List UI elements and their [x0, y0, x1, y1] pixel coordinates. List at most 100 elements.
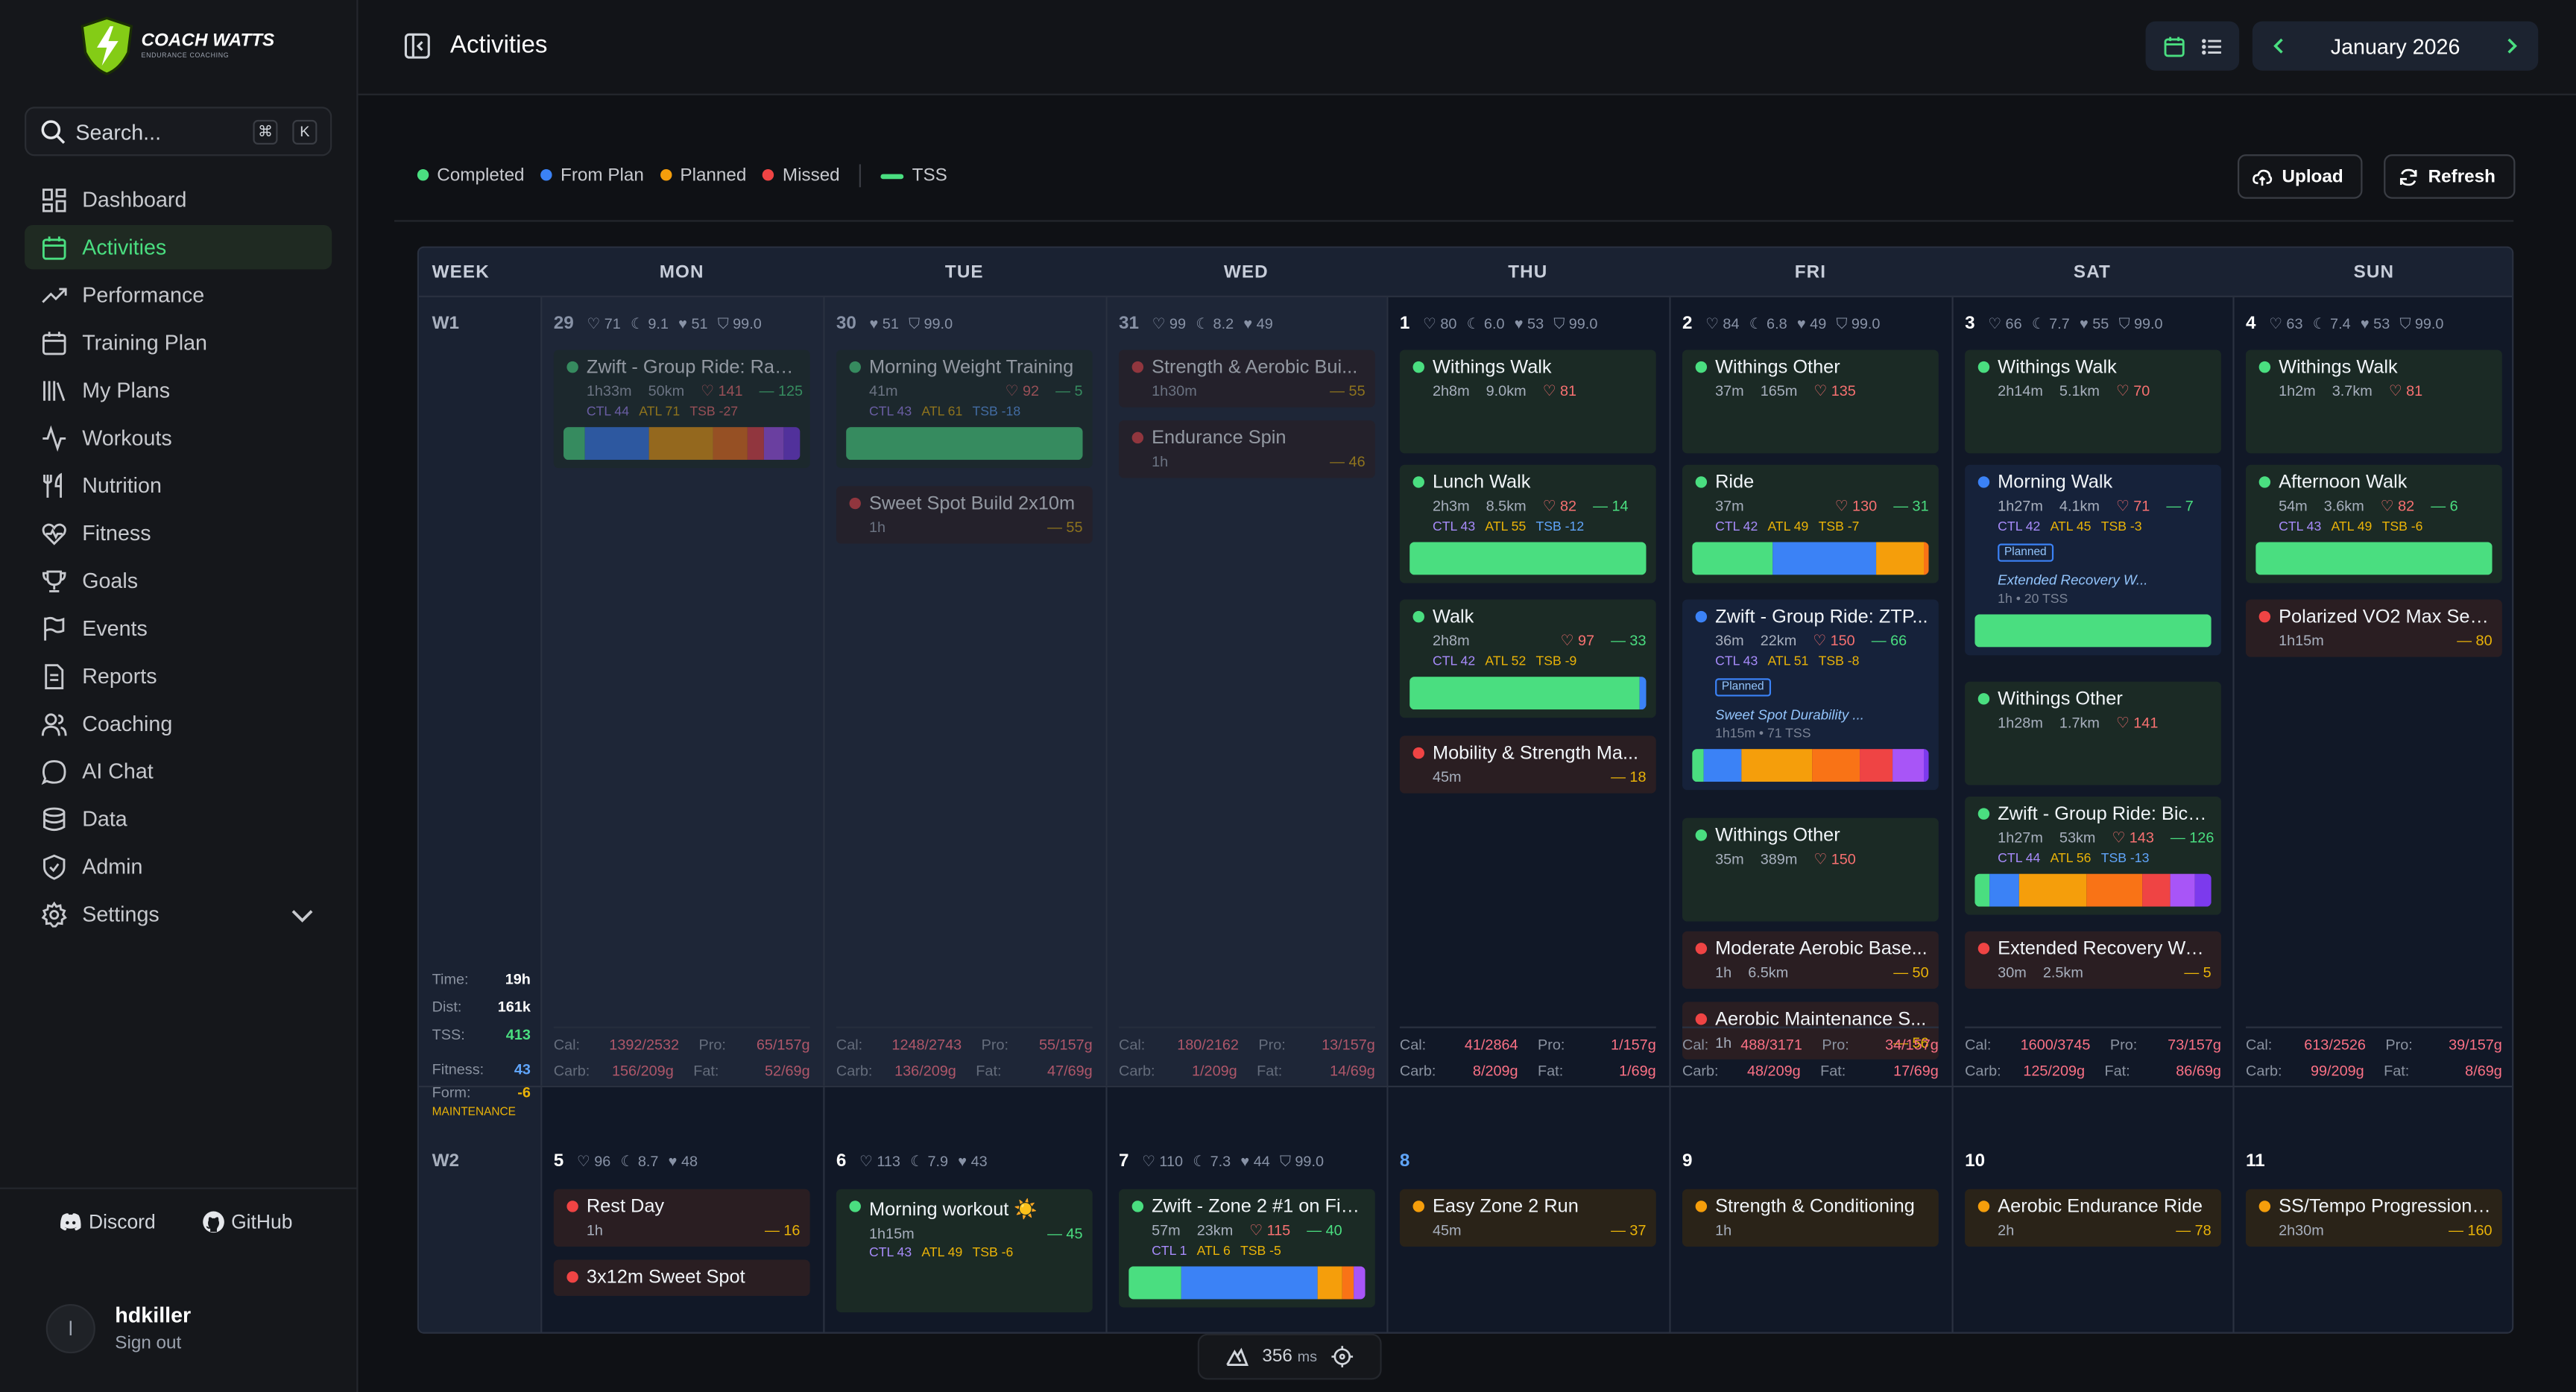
- day-number: 1 ♡ 80 ☾ 6.0 ♥ 53 ⛉ 99.0: [1399, 313, 1598, 334]
- discord-link[interactable]: Discord: [59, 1210, 156, 1234]
- activity-card[interactable]: Zwift - Zone 2 #1 on Fig... 57m 23km ♡ 115…: [1118, 1189, 1375, 1308]
- refresh-button[interactable]: Refresh: [2384, 154, 2516, 199]
- activity-card[interactable]: Aerobic Endurance Ride 2h — 78: [1965, 1189, 2221, 1247]
- activity-card[interactable]: Morning workout ☀️ 1h15m — 45 CTL 43 ATL 4…: [836, 1189, 1093, 1313]
- github-link[interactable]: GitHub: [201, 1210, 292, 1233]
- activity-card[interactable]: Mobility & Strength Ma... 45m — 18: [1399, 735, 1656, 794]
- day-number: 31 ♡ 99 ☾ 8.2 ♥ 49: [1118, 313, 1273, 334]
- header-sat: SAT: [2073, 262, 2111, 283]
- activity-card[interactable]: Polarized VO2 Max Ses... 1h15m — 80: [2246, 599, 2502, 657]
- activity-card[interactable]: Withings Walk 1h2m 3.7km ♡ 81: [2246, 349, 2502, 454]
- daily-nutrition: Cal: 1392/2532 Pro: 65/157g Carb: 156/209g Fat…: [553, 1026, 810, 1084]
- logo-subtitle: ENDURANCE COACHING: [141, 51, 230, 60]
- activity-card[interactable]: Zwift - Group Ride: Bicy... 1h27m 53km ♡ 1…: [1965, 796, 2221, 915]
- upload-button[interactable]: Upload: [2237, 154, 2363, 199]
- sidebar-item-label: AI Chat: [82, 759, 154, 784]
- activity-card[interactable]: Walk 2h8m ♡ 97— 33 CTL 42 ATL 52 TSB -9: [1399, 599, 1656, 718]
- activity-card[interactable]: Withings Other 35m 389m ♡ 150: [1682, 817, 1939, 922]
- sidebar-item-performance[interactable]: Performance: [25, 273, 332, 317]
- discord-label: Discord: [89, 1210, 156, 1234]
- activity-card[interactable]: Morning Weight Training 41m ♡ 92— 5 CTL 4…: [836, 349, 1093, 469]
- activity-card[interactable]: Withings Walk 2h14m 5.1km ♡ 70: [1965, 349, 2221, 454]
- sidebar-item-data[interactable]: Data: [25, 797, 332, 841]
- sidebar-item-events[interactable]: Events: [25, 606, 332, 651]
- sidebar-item-reports[interactable]: Reports: [25, 654, 332, 698]
- activity-card[interactable]: SS/Tempo Progression ... 2h30m — 160: [2246, 1189, 2502, 1247]
- day-number: 2 ♡ 84 ☾ 6.8 ♥ 49 ⛉ 99.0: [1682, 313, 1881, 334]
- search-box[interactable]: Search... ⌘ K: [25, 107, 332, 156]
- week-tss: 413: [505, 1026, 531, 1043]
- sidebar-item-training-plan[interactable]: Training Plan: [25, 320, 332, 365]
- zone-bar: [846, 427, 1083, 461]
- activity-card[interactable]: Strength & Aerobic Bui... 1h30m — 55: [1118, 349, 1375, 408]
- github-label: GitHub: [231, 1210, 293, 1234]
- header-week: WEEK: [432, 262, 490, 283]
- activity-card[interactable]: Withings Other 1h28m 1.7km ♡ 141: [1965, 681, 2221, 785]
- sidebar-item-activities[interactable]: Activities: [25, 224, 332, 270]
- app-logo[interactable]: COACH WATTS ENDURANCE COACHING: [79, 16, 293, 75]
- sign-out-link[interactable]: Sign out: [115, 1334, 191, 1353]
- activity-card[interactable]: Withings Other 37m 165m ♡ 135: [1682, 349, 1939, 454]
- dashboard-icon: [42, 188, 66, 212]
- user-profile: l hdkiller Sign out: [45, 1302, 192, 1353]
- sidebar-item-admin[interactable]: Admin: [25, 844, 332, 889]
- search-placeholder: Search...: [75, 118, 162, 144]
- latency-indicator[interactable]: 356 ms: [1197, 1333, 1382, 1380]
- library-icon: [43, 380, 66, 401]
- activity-card[interactable]: Afternoon Walk 54m 3.6km ♡ 82— 6 CTL 43 ATL…: [2246, 464, 2502, 583]
- sidebar-item-workouts[interactable]: Workouts: [25, 416, 332, 461]
- linked-plan[interactable]: Sweet Spot Durability ...: [1715, 706, 1929, 723]
- header-tue: TUE: [944, 262, 984, 283]
- day-number: 7 ♡ 110 ☾ 7.3 ♥ 44 ⛉ 99.0: [1118, 1151, 1325, 1171]
- header-fri: FRI: [1794, 262, 1827, 283]
- activity-card[interactable]: Morning Walk 1h27m 4.1km ♡ 71— 7 CTL 42 ATL…: [1965, 464, 2221, 656]
- avatar[interactable]: l: [45, 1303, 95, 1353]
- activity-card[interactable]: Easy Zone 2 Run 45m — 37: [1399, 1189, 1656, 1247]
- activity-card[interactable]: Rest Day 1h — 16: [553, 1189, 810, 1247]
- day-cell-dec31[interactable]: [1105, 297, 1387, 1086]
- activity-card[interactable]: Withings Walk 2h8m 9.0km ♡ 81: [1399, 349, 1656, 454]
- calendar-header: WEEK MON TUE WED THU FRI SAT SUN: [419, 247, 2513, 297]
- sidebar-item-ai-chat[interactable]: AI Chat: [25, 749, 332, 794]
- list-view-icon[interactable]: [2200, 35, 2222, 57]
- sidebar-item-label: My Plans: [82, 377, 171, 403]
- sidebar-item-coaching[interactable]: Coaching: [25, 701, 332, 746]
- activity-card[interactable]: Zwift - Group Ride: Rap... 1h33m 50km ♡ 14…: [553, 349, 810, 469]
- linked-plan[interactable]: Extended Recovery W...: [1998, 572, 2212, 588]
- trend-icon: [42, 287, 67, 303]
- activity-card[interactable]: Sweet Spot Build 2x10m 1h — 55: [836, 486, 1093, 544]
- kbd-cmd: ⌘: [253, 118, 278, 144]
- sidebar-toggle-icon[interactable]: [404, 33, 430, 59]
- activity-card[interactable]: Moderate Aerobic Base... 1h 6.5km — 50: [1682, 931, 1939, 989]
- chevron-left-icon[interactable]: [2269, 36, 2288, 55]
- sidebar-item-label: Training Plan: [82, 330, 207, 355]
- activity-card[interactable]: Ride 37m ♡ 130— 31 CTL 42 ATL 49 TSB -7: [1682, 464, 1939, 583]
- shield-icon: [43, 853, 66, 879]
- activity-card[interactable]: 3x12m Sweet Spot: [553, 1259, 810, 1297]
- activity-card[interactable]: Zwift - Group Ride: ZTP... 36m 22km ♡ 150—…: [1682, 599, 1939, 791]
- activity-card[interactable]: Endurance Spin 1h — 46: [1118, 420, 1375, 478]
- user-name: hdkiller: [115, 1302, 192, 1327]
- calendar-view-icon[interactable]: [2163, 35, 2185, 57]
- daily-nutrition: Cal: 613/2526 Pro: 39/157g Carb: 99/209g Fat: 8…: [2246, 1026, 2502, 1084]
- sidebar-item-settings[interactable]: Settings: [25, 892, 332, 937]
- activity-calendar: WEEK MON TUE WED THU FRI SAT SUN W1 W2 T…: [417, 246, 2514, 1334]
- chevron-down-icon[interactable]: [289, 902, 315, 928]
- report-icon: [45, 663, 64, 689]
- sidebar-item-goals[interactable]: Goals: [25, 558, 332, 603]
- activity-card[interactable]: Lunch Walk 2h3m 8.5km ♡ 82— 14 CTL 43 ATL 5…: [1399, 464, 1656, 583]
- sidebar-item-nutrition[interactable]: Nutrition: [25, 464, 332, 508]
- zone-bar: [1128, 1266, 1366, 1300]
- trophy-icon: [42, 569, 66, 592]
- week-column: [419, 297, 541, 1332]
- zone-bar: [2255, 542, 2493, 575]
- sidebar-item-fitness[interactable]: Fitness: [25, 510, 332, 555]
- header-thu: THU: [1508, 262, 1548, 283]
- activity-card[interactable]: Strength & Conditioning 1h: [1682, 1189, 1939, 1247]
- target-icon: [1330, 1346, 1353, 1367]
- activity-card[interactable]: Extended Recovery Wal... 30m 2.5km — 5: [1965, 931, 2221, 989]
- sidebar-item-my-plans[interactable]: My Plans: [25, 368, 332, 413]
- chevron-right-icon[interactable]: [2502, 36, 2522, 55]
- flag-icon: [44, 616, 65, 640]
- sidebar-item-dashboard[interactable]: Dashboard: [25, 177, 332, 222]
